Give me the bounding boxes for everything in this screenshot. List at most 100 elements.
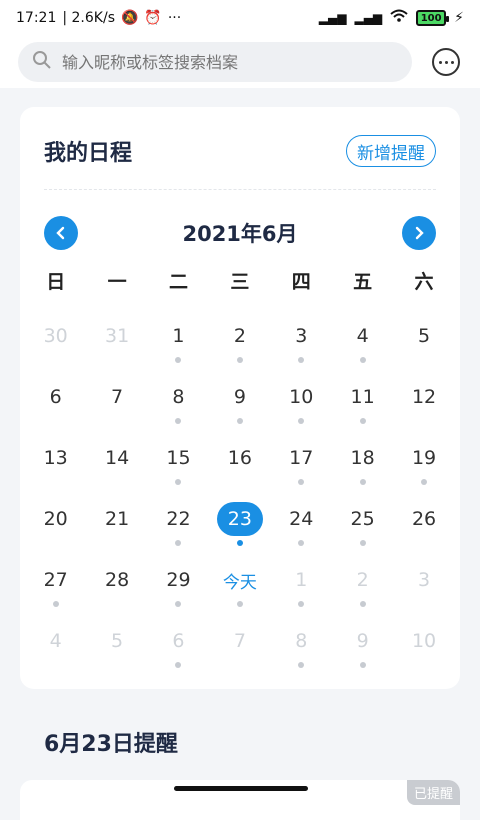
calendar-day[interactable]: 10: [393, 624, 454, 685]
calendar-day[interactable]: 10: [271, 380, 332, 441]
event-dot: [359, 601, 366, 607]
bell-off-icon: 🔕: [120, 10, 139, 26]
day-number: 9: [233, 386, 246, 408]
calendar-day[interactable]: 11: [332, 380, 393, 441]
day-number: 4: [356, 325, 369, 347]
home-indicator[interactable]: [174, 786, 308, 791]
day-number: 7: [233, 630, 246, 652]
calendar-day[interactable]: 19: [393, 441, 454, 502]
search-bar: [0, 36, 480, 88]
calendar-day[interactable]: 16: [209, 441, 270, 502]
calendar-day[interactable]: 4: [25, 624, 86, 685]
day-number: 9: [356, 630, 369, 652]
day-number: 1: [172, 325, 185, 347]
calendar-day[interactable]: 6: [25, 380, 86, 441]
event-dot: [298, 662, 305, 668]
month-title: 2021年6月: [182, 222, 298, 246]
search-icon: [32, 50, 52, 74]
calendar-week: 13 14 15 16 17 18 19: [25, 441, 455, 502]
calendar-day[interactable]: 18: [332, 441, 393, 502]
calendar-day[interactable]: 8: [271, 624, 332, 685]
event-dot: [359, 357, 366, 363]
calendar-day[interactable]: 5: [86, 624, 147, 685]
calendar-day[interactable]: 30: [25, 319, 86, 380]
calendar-day[interactable]: 7: [209, 624, 270, 685]
day-number: 19: [411, 447, 437, 469]
calendar-day[interactable]: 2: [332, 563, 393, 624]
calendar-week: 30 31 1 2 3 4 5: [25, 319, 455, 380]
weekday-label: 五: [353, 271, 373, 293]
event-dot: [175, 662, 182, 668]
calendar-day[interactable]: 8: [148, 380, 209, 441]
next-month-button[interactable]: [402, 216, 436, 250]
event-dot: [236, 357, 243, 363]
event-dot: [298, 357, 305, 363]
calendar-day[interactable]: 9: [209, 380, 270, 441]
calendar-day[interactable]: 6: [148, 624, 209, 685]
calendar-day[interactable]: 今天: [209, 563, 270, 624]
day-number: 16: [227, 447, 252, 469]
day-number: 31: [104, 325, 130, 347]
calendar-day[interactable]: 29: [148, 563, 209, 624]
calendar-day[interactable]: 22: [148, 502, 209, 563]
calendar-day[interactable]: 5: [393, 319, 454, 380]
signal-icon: ▂▄▆: [318, 11, 347, 25]
search-input[interactable]: [62, 52, 382, 72]
event-dot: [175, 418, 182, 424]
calendar-week: 4 5 6 7 8 9 10: [25, 624, 455, 685]
weekday-label: 一: [107, 271, 127, 293]
calendar-day[interactable]: 3: [393, 563, 454, 624]
calendar-day[interactable]: 13: [25, 441, 86, 502]
add-reminder-button[interactable]: 新增提醒: [346, 135, 436, 167]
calendar-day[interactable]: 31: [86, 319, 147, 380]
calendar-day[interactable]: 15: [148, 441, 209, 502]
calendar-day[interactable]: 28: [86, 563, 147, 624]
calendar-day[interactable]: 25: [332, 502, 393, 563]
event-dot: [298, 418, 305, 424]
event-dot: [236, 418, 243, 424]
calendar-day-selected[interactable]: 23: [209, 502, 270, 563]
day-number: 3: [295, 325, 308, 347]
day-number: 29: [166, 569, 191, 591]
message-icon[interactable]: [432, 48, 460, 76]
calendar-day[interactable]: 1: [148, 319, 209, 380]
calendar-day[interactable]: 24: [271, 502, 332, 563]
calendar-week: 20 21 22 23 24 25 26: [25, 502, 455, 563]
weekday-header: 日 一 二 三 四 五 六: [25, 267, 455, 294]
divider: [44, 189, 436, 190]
month-nav: 2021年6月: [44, 215, 436, 251]
calendar-day[interactable]: 7: [86, 380, 147, 441]
event-dot: [175, 601, 182, 607]
calendar-day[interactable]: 4: [332, 319, 393, 380]
day-number: 7: [111, 386, 124, 408]
day-number: 27: [43, 569, 68, 591]
calendar-day[interactable]: 2: [209, 319, 270, 380]
calendar-day[interactable]: 14: [86, 441, 147, 502]
day-number: 6: [49, 386, 62, 408]
calendar-day[interactable]: 12: [393, 380, 454, 441]
reminded-badge: 已提醒: [406, 780, 460, 805]
day-number: 4: [49, 630, 62, 652]
calendar-day[interactable]: 26: [393, 502, 454, 563]
weekday-label: 四: [291, 271, 311, 293]
event-dot: [175, 479, 182, 485]
more-status-icon: ···: [167, 10, 182, 26]
event-dot: [175, 357, 182, 363]
calendar-day[interactable]: 17: [271, 441, 332, 502]
search-box[interactable]: [18, 42, 412, 82]
calendar-day[interactable]: 27: [25, 563, 86, 624]
day-number: 2: [356, 569, 369, 591]
prev-month-button[interactable]: [44, 216, 78, 250]
reminder-section-title: 6月23日提醒: [44, 732, 178, 757]
calendar-day[interactable]: 9: [332, 624, 393, 685]
calendar-day[interactable]: 20: [25, 502, 86, 563]
day-number: 18: [350, 447, 375, 469]
weekday-label: 日: [46, 271, 66, 293]
day-number: 26: [411, 508, 437, 530]
calendar-day[interactable]: 3: [271, 319, 332, 380]
weekday-label: 三: [230, 271, 250, 293]
status-right: ▂▄▆ ▂▄▆ 100 ⚡: [319, 9, 464, 27]
event-dot: [175, 540, 182, 546]
calendar-day[interactable]: 1: [271, 563, 332, 624]
calendar-day[interactable]: 21: [86, 502, 147, 563]
